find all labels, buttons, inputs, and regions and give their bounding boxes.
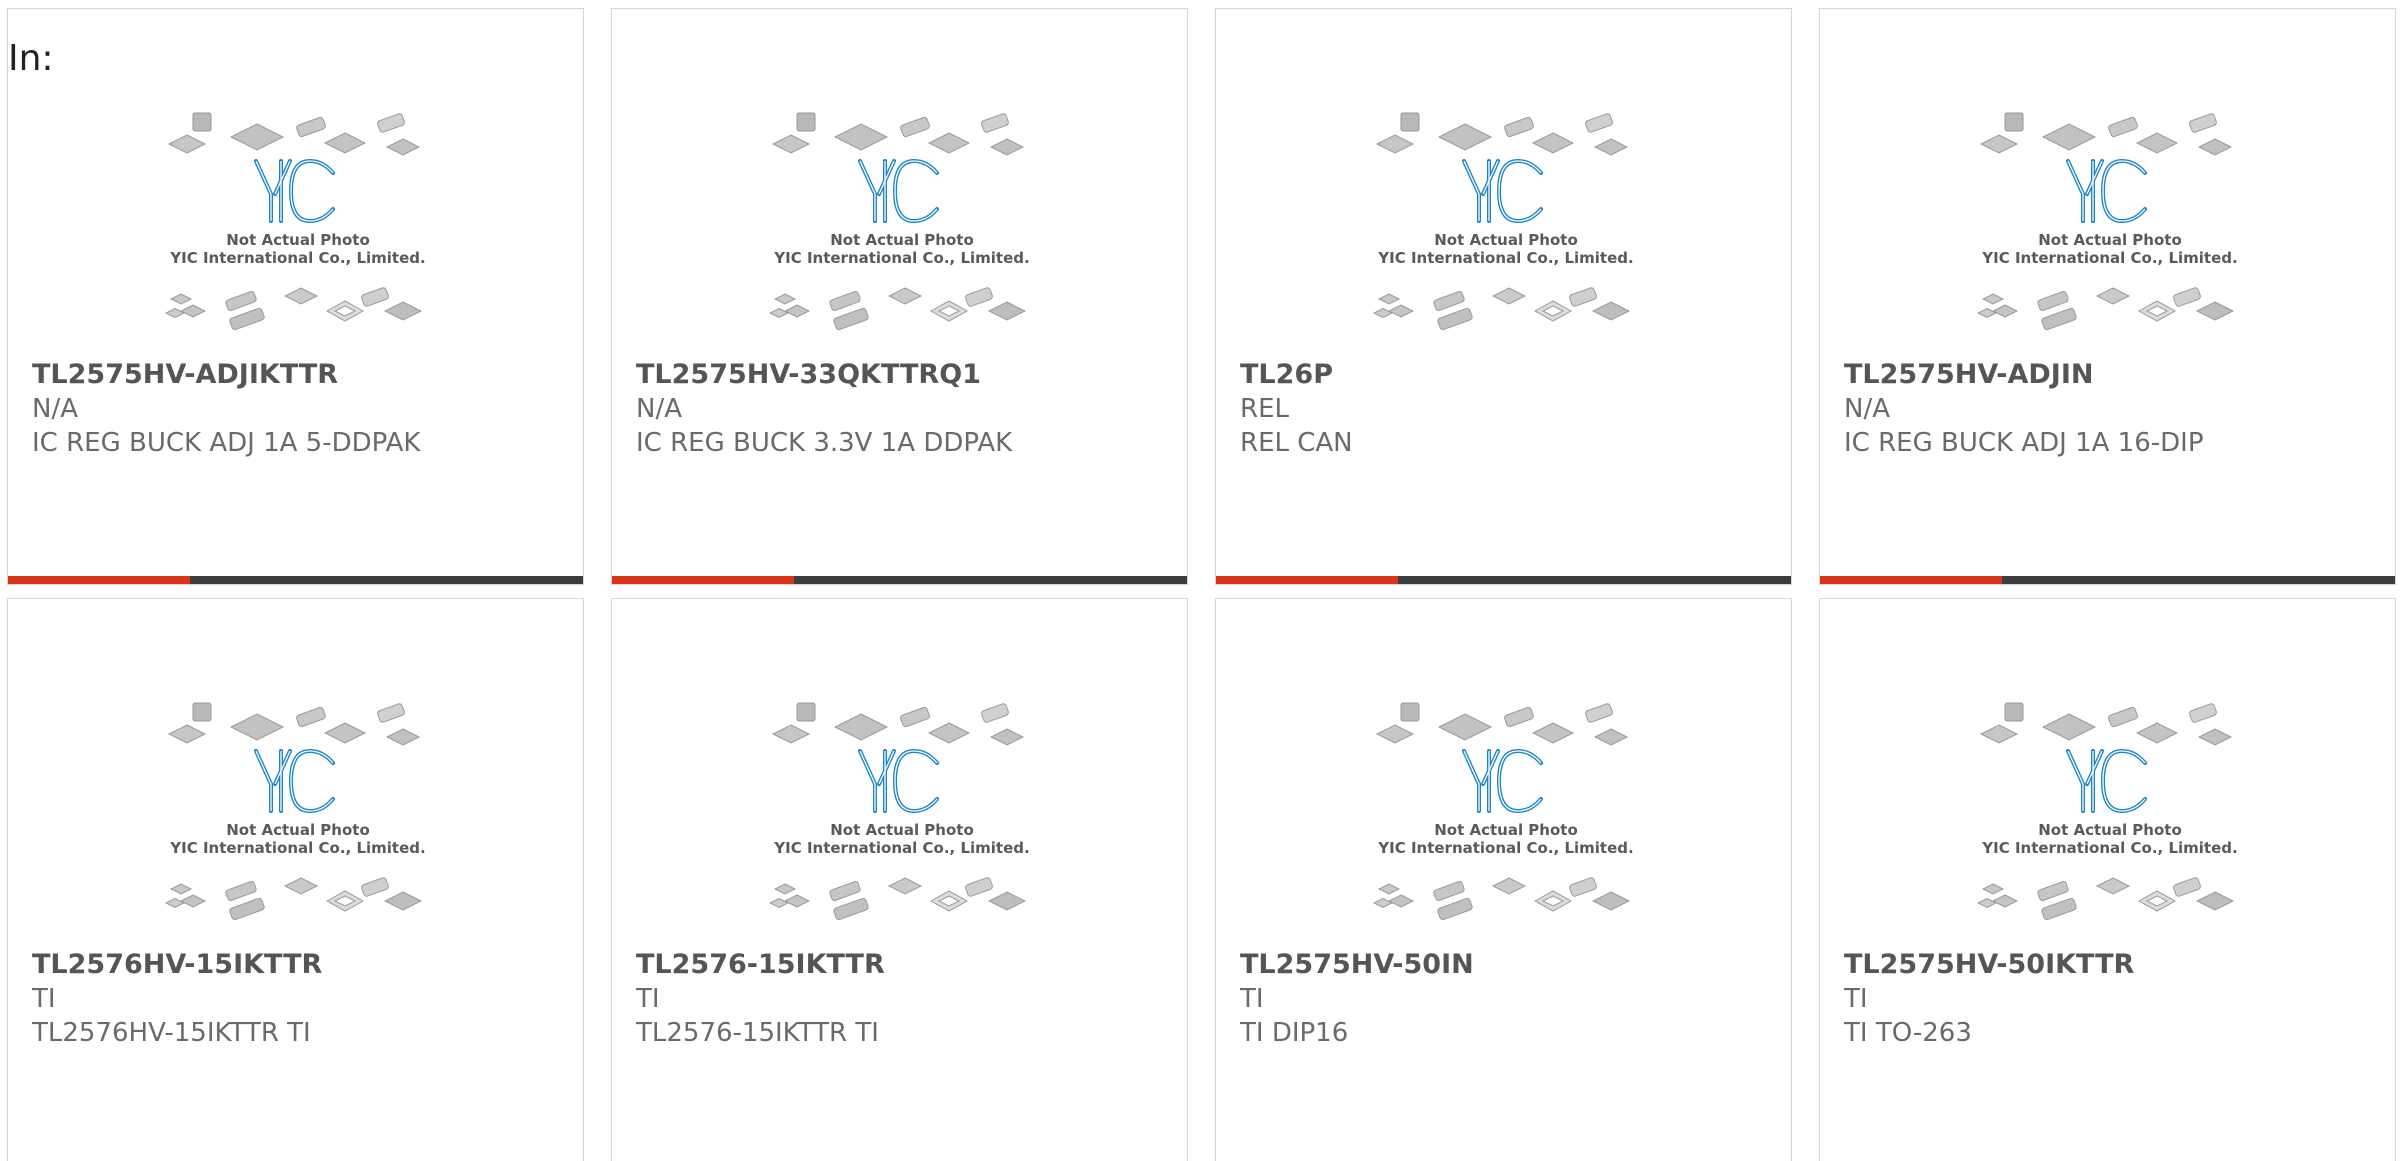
product-part-number[interactable]: TL2576-15IKTTR — [636, 949, 885, 980]
svg-text:Not Actual Photo: Not Actual Photo — [2038, 821, 2182, 839]
filter-prefix-label: In: — [8, 38, 54, 79]
product-photo: Not Actual Photo YIC International Co., … — [163, 99, 433, 344]
svg-text:Not Actual Photo: Not Actual Photo — [1434, 231, 1578, 249]
svg-text:Not Actual Photo: Not Actual Photo — [226, 821, 370, 839]
product-card[interactable]: Not Actual Photo YIC International Co., … — [1819, 8, 2396, 585]
product-photo: Not Actual Photo YIC International Co., … — [1975, 99, 2245, 344]
placeholder-photo-icon: Not Actual Photo YIC International Co., … — [1976, 702, 2238, 921]
placeholder-photo-icon: Not Actual Photo YIC International Co., … — [768, 112, 1030, 331]
product-part-number[interactable]: TL2576HV-15IKTTR — [32, 949, 322, 980]
product-part-number[interactable]: TL26P — [1240, 359, 1333, 390]
placeholder-photo-icon: Not Actual Photo YIC International Co., … — [1372, 112, 1634, 331]
product-card[interactable]: Not Actual Photo YIC International Co., … — [611, 598, 1188, 1161]
svg-text:YIC International Co., Limited: YIC International Co., Limited. — [169, 839, 425, 857]
placeholder-photo-icon: Not Actual Photo YIC International Co., … — [1976, 112, 2238, 331]
product-grid-page: In: Not Actual Photo YIC International C… — [0, 0, 2400, 1161]
product-description: IC REG BUCK 3.3V 1A DDPAK — [636, 428, 1013, 458]
card-accent-bar — [1216, 576, 1791, 584]
svg-text:YIC International Co., Limited: YIC International Co., Limited. — [773, 249, 1029, 267]
product-manufacturer: N/A — [1844, 394, 1890, 424]
product-card[interactable]: Not Actual Photo YIC International Co., … — [7, 8, 584, 585]
product-description: TI DIP16 — [1240, 1018, 1349, 1048]
product-part-number[interactable]: TL2575HV-ADJIN — [1844, 359, 2094, 390]
card-accent-bar — [1820, 576, 2395, 584]
svg-text:Not Actual Photo: Not Actual Photo — [2038, 231, 2182, 249]
svg-text:YIC International Co., Limited: YIC International Co., Limited. — [169, 249, 425, 267]
product-manufacturer: TI — [1240, 984, 1264, 1014]
product-part-number[interactable]: TL2575HV-ADJIKTTR — [32, 359, 338, 390]
card-accent-bar — [612, 576, 1187, 584]
product-part-number[interactable]: TL2575HV-33QKTTRQ1 — [636, 359, 981, 390]
placeholder-photo-icon: Not Actual Photo YIC International Co., … — [1372, 702, 1634, 921]
product-card[interactable]: Not Actual Photo YIC International Co., … — [611, 8, 1188, 585]
placeholder-photo-icon: Not Actual Photo YIC International Co., … — [768, 702, 1030, 921]
product-photo: Not Actual Photo YIC International Co., … — [163, 689, 433, 934]
svg-text:Not Actual Photo: Not Actual Photo — [830, 821, 974, 839]
placeholder-photo-icon: Not Actual Photo YIC International Co., … — [164, 702, 426, 921]
svg-text:YIC International Co., Limited: YIC International Co., Limited. — [1981, 249, 2237, 267]
product-photo: Not Actual Photo YIC International Co., … — [1371, 689, 1641, 934]
svg-text:YIC International Co., Limited: YIC International Co., Limited. — [773, 839, 1029, 857]
product-description: TL2576HV-15IKTTR TI — [32, 1018, 311, 1048]
product-manufacturer: TI — [636, 984, 660, 1014]
svg-text:Not Actual Photo: Not Actual Photo — [226, 231, 370, 249]
svg-text:YIC International Co., Limited: YIC International Co., Limited. — [1377, 249, 1633, 267]
product-manufacturer: N/A — [32, 394, 78, 424]
product-description: IC REG BUCK ADJ 1A 5-DDPAK — [32, 428, 421, 458]
card-accent-bar — [8, 576, 583, 584]
product-description: TI TO-263 — [1844, 1018, 1972, 1048]
product-card[interactable]: Not Actual Photo YIC International Co., … — [7, 598, 584, 1161]
svg-text:YIC International Co., Limited: YIC International Co., Limited. — [1981, 839, 2237, 857]
product-card[interactable]: Not Actual Photo YIC International Co., … — [1215, 598, 1792, 1161]
product-photo: Not Actual Photo YIC International Co., … — [1371, 99, 1641, 344]
product-manufacturer: TI — [32, 984, 56, 1014]
svg-text:Not Actual Photo: Not Actual Photo — [830, 231, 974, 249]
product-photo: Not Actual Photo YIC International Co., … — [767, 689, 1037, 934]
product-photo: Not Actual Photo YIC International Co., … — [767, 99, 1037, 344]
product-description: REL CAN — [1240, 428, 1353, 458]
placeholder-photo-icon: Not Actual Photo YIC International Co., … — [164, 112, 426, 331]
product-card[interactable]: Not Actual Photo YIC International Co., … — [1819, 598, 2396, 1161]
product-photo: Not Actual Photo YIC International Co., … — [1975, 689, 2245, 934]
product-manufacturer: REL — [1240, 394, 1289, 424]
product-part-number[interactable]: TL2575HV-50IKTTR — [1844, 949, 2134, 980]
svg-text:YIC International Co., Limited: YIC International Co., Limited. — [1377, 839, 1633, 857]
product-manufacturer: TI — [1844, 984, 1868, 1014]
product-manufacturer: N/A — [636, 394, 682, 424]
product-part-number[interactable]: TL2575HV-50IN — [1240, 949, 1474, 980]
product-description: IC REG BUCK ADJ 1A 16-DIP — [1844, 428, 2204, 458]
product-card[interactable]: Not Actual Photo YIC International Co., … — [1215, 8, 1792, 585]
product-description: TL2576-15IKTTR TI — [636, 1018, 879, 1048]
svg-text:Not Actual Photo: Not Actual Photo — [1434, 821, 1578, 839]
